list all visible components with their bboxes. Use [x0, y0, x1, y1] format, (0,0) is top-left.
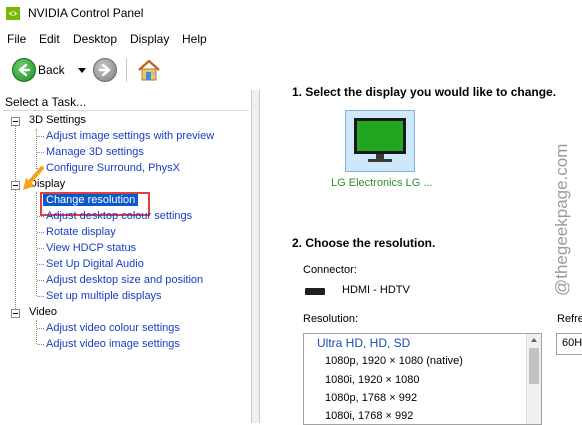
- menu-desktop[interactable]: Desktop: [73, 32, 117, 46]
- nvidia-logo-icon: [6, 7, 20, 20]
- refresh-rate-value: 60H:: [562, 337, 582, 349]
- collapse-toggle-display[interactable]: [11, 181, 20, 190]
- forward-button[interactable]: [93, 58, 117, 82]
- task-adjust-desktop-colour[interactable]: Adjust desktop colour settings: [46, 210, 192, 222]
- back-history-dropdown[interactable]: [78, 68, 86, 73]
- back-label[interactable]: Back: [38, 63, 65, 77]
- menu-bar: File Edit Desktop Display Help: [0, 28, 582, 48]
- pointer-arrow-icon: [23, 166, 44, 190]
- back-arrow-icon: [18, 63, 31, 77]
- tree-line: [37, 232, 44, 233]
- tree-line: [37, 344, 44, 345]
- task-adjust-image-settings[interactable]: Adjust image settings with preview: [46, 130, 214, 142]
- hdmi-icon: [305, 288, 325, 295]
- resolution-list-scrollbar[interactable]: [526, 334, 541, 424]
- display-tile[interactable]: [345, 110, 415, 172]
- watermark-text: @thegeekpage.com: [552, 143, 571, 296]
- task-manage-3d-settings[interactable]: Manage 3D settings: [46, 146, 144, 158]
- section-choose-resolution-title: 2. Choose the resolution.: [292, 236, 436, 250]
- tree-line: [36, 320, 37, 344]
- refresh-rate-label: Refre: [557, 313, 582, 325]
- tree-line: [37, 280, 44, 281]
- tree-line: [37, 264, 44, 265]
- scroll-up-arrow-icon[interactable]: [531, 338, 537, 342]
- title-bar: NVIDIA Control Panel: [0, 0, 582, 28]
- back-button[interactable]: [12, 58, 36, 82]
- section-select-display-title: 1. Select the display you would like to …: [292, 85, 557, 99]
- toolbar: Back: [0, 50, 582, 90]
- task-view-hdcp-status[interactable]: View HDCP status: [46, 242, 136, 254]
- task-adjust-video-image[interactable]: Adjust video image settings: [46, 338, 180, 350]
- task-set-up-multiple-displays[interactable]: Set up multiple displays: [46, 290, 162, 302]
- task-configure-surround[interactable]: Configure Surround, PhysX: [46, 162, 180, 174]
- tree-line: [37, 248, 44, 249]
- category-video[interactable]: Video: [29, 306, 57, 318]
- collapse-toggle-3d-settings[interactable]: [11, 117, 20, 126]
- task-rotate-display[interactable]: Rotate display: [46, 226, 116, 238]
- display-name-label[interactable]: LG Electronics LG ...: [331, 177, 432, 189]
- refresh-rate-select[interactable]: 60H:: [556, 333, 582, 355]
- tree-line: [37, 152, 44, 153]
- forward-arrow-icon: [98, 63, 111, 77]
- resolution-option[interactable]: 1080i, 1920 × 1080: [325, 374, 420, 386]
- connector-label: Connector:: [303, 264, 357, 276]
- menu-display[interactable]: Display: [130, 32, 169, 46]
- resolution-list[interactable]: Ultra HD, HD, SD 1080p, 1920 × 1080 (nat…: [303, 333, 542, 425]
- category-3d-settings[interactable]: 3D Settings: [29, 114, 86, 126]
- task-adjust-video-colour[interactable]: Adjust video colour settings: [46, 322, 180, 334]
- task-pane-header: Select a Task...: [5, 95, 87, 109]
- task-set-up-digital-audio[interactable]: Set Up Digital Audio: [46, 258, 144, 270]
- tree-line: [37, 216, 44, 217]
- monitor-icon: [354, 118, 406, 162]
- tree-line: [15, 125, 16, 313]
- tree-line: [37, 328, 44, 329]
- menu-help[interactable]: Help: [182, 32, 207, 46]
- tree-line: [37, 136, 44, 137]
- toolbar-separator: [126, 58, 127, 82]
- task-adjust-desktop-size[interactable]: Adjust desktop size and position: [46, 274, 203, 286]
- resolution-option[interactable]: 1080p, 1920 × 1080 (native): [325, 355, 463, 367]
- tree-line: [36, 129, 37, 169]
- resolution-option[interactable]: 1080i, 1768 × 992: [325, 410, 413, 422]
- menu-file[interactable]: File: [7, 32, 26, 46]
- scrollbar-thumb[interactable]: [529, 348, 539, 384]
- tree-line: [37, 296, 44, 297]
- connector-value: HDMI - HDTV: [342, 284, 410, 296]
- menu-edit[interactable]: Edit: [39, 32, 60, 46]
- resolution-group-header: Ultra HD, HD, SD: [317, 336, 411, 350]
- collapse-toggle-video[interactable]: [11, 309, 20, 318]
- watermark: @thegeekpage.com: [548, 110, 578, 300]
- resolution-label: Resolution:: [303, 313, 359, 325]
- home-icon[interactable]: [136, 57, 162, 83]
- window-title: NVIDIA Control Panel: [28, 6, 144, 20]
- resolution-option[interactable]: 1080p, 1768 × 992: [325, 392, 417, 404]
